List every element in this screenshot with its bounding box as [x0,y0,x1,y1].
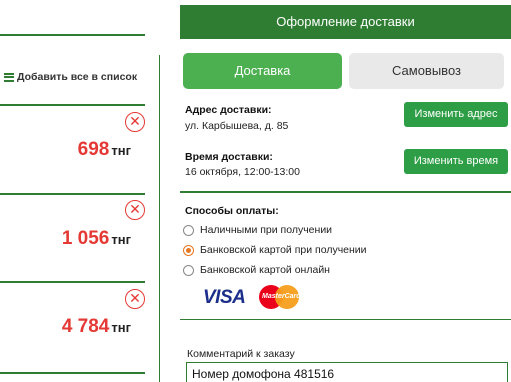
cart-divider [0,34,145,36]
remove-item-button[interactable]: ✕ [125,112,145,132]
address-label: Адрес доставки: [185,104,272,116]
add-all-label: Добавить все в список [17,71,138,83]
mastercard-logo: MasterCard [259,285,303,309]
delivery-time-label: Время доставки: [185,151,273,163]
comment-input[interactable] [186,362,508,382]
delivery-time-value: 16 октября, 12:00-13:00 [185,166,300,178]
remove-circle-icon: ✕ [129,290,141,306]
price-currency: тнг [111,143,131,158]
remove-item-button[interactable]: ✕ [125,289,145,309]
remove-circle-icon: ✕ [129,201,141,217]
mastercard-logo-text: MasterCard [262,293,301,300]
section-divider [180,319,511,320]
tab-pickup[interactable]: Самовывоз [349,53,504,89]
remove-item-button[interactable]: ✕ [125,200,145,220]
add-all-to-list-button[interactable]: Добавить все в список [4,71,137,83]
item-price: 1 056 тнг [62,228,131,250]
price-value: 4 784 [61,316,110,337]
list-icon [4,72,14,82]
comment-label: Комментарий к заказу [187,348,295,360]
section-divider [180,191,511,193]
item-price: 4 784 тнг [62,316,131,338]
cart-divider [0,193,145,195]
payment-option-cash[interactable]: Наличными при получении [183,224,332,236]
cart-divider [0,372,145,374]
cart-divider [0,281,145,283]
radio-button-selected[interactable] [183,244,194,256]
price-currency: тнг [111,232,131,247]
checkout-title: Оформление доставки [180,5,511,39]
cart-divider [0,104,145,106]
address-value: ул. Карбышева, д. 85 [185,120,289,132]
change-address-button[interactable]: Изменить адрес [404,102,508,127]
remove-circle-icon: ✕ [129,113,141,129]
radio-button[interactable] [183,264,194,276]
visa-logo: VISA [203,287,246,308]
payment-option-label: Наличными при получении [200,224,333,236]
payment-option-card-online[interactable]: Банковской картой онлайн [183,264,330,276]
price-value: 698 [77,139,110,160]
change-time-button[interactable]: Изменить время [404,149,508,174]
item-price: 698 тнг [78,139,131,161]
payment-option-label: Банковской картой при получении [200,244,367,256]
radio-button[interactable] [183,224,194,236]
price-value: 1 056 [61,228,110,249]
payment-option-label: Банковской картой онлайн [200,264,330,276]
price-currency: тнг [111,320,131,335]
cart-column-border [159,55,160,382]
payment-option-card-on-receipt[interactable]: Банковской картой при получении [183,244,367,256]
tab-delivery[interactable]: Доставка [183,53,342,89]
payment-methods-label: Способы оплаты: [185,205,279,217]
